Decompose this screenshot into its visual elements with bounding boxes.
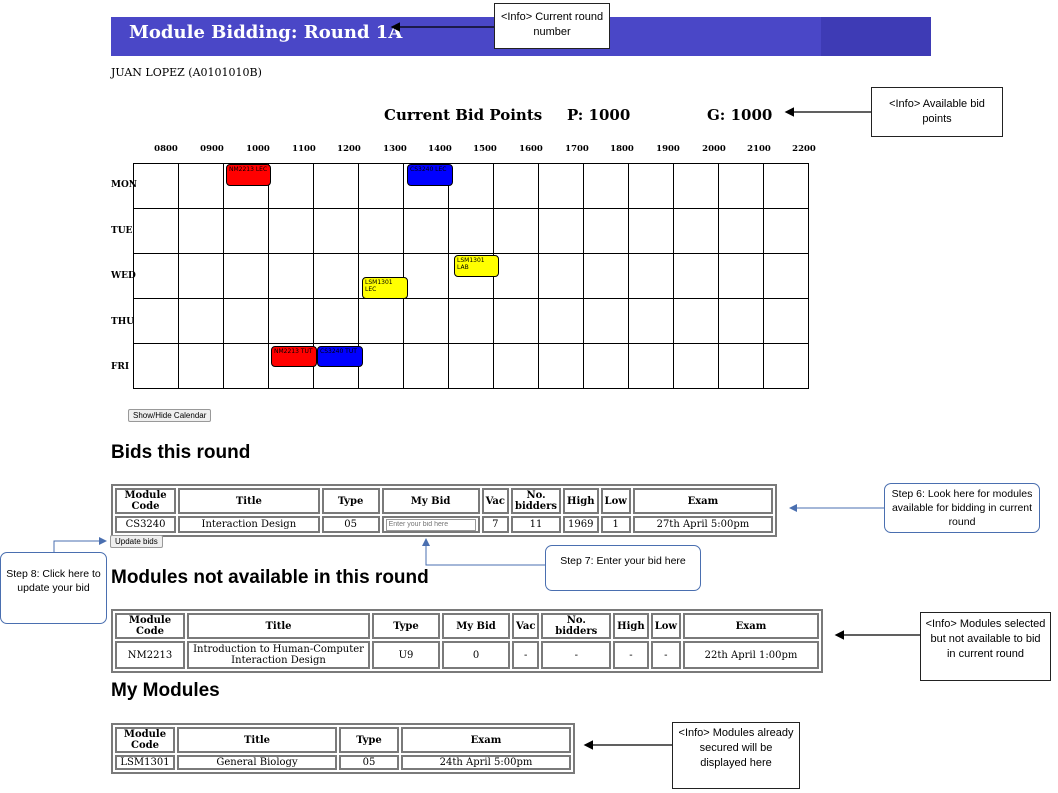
annotation-arrows bbox=[53, 22, 920, 750]
arrow-step7 bbox=[422, 538, 545, 566]
arrow-step8 bbox=[53, 537, 107, 552]
